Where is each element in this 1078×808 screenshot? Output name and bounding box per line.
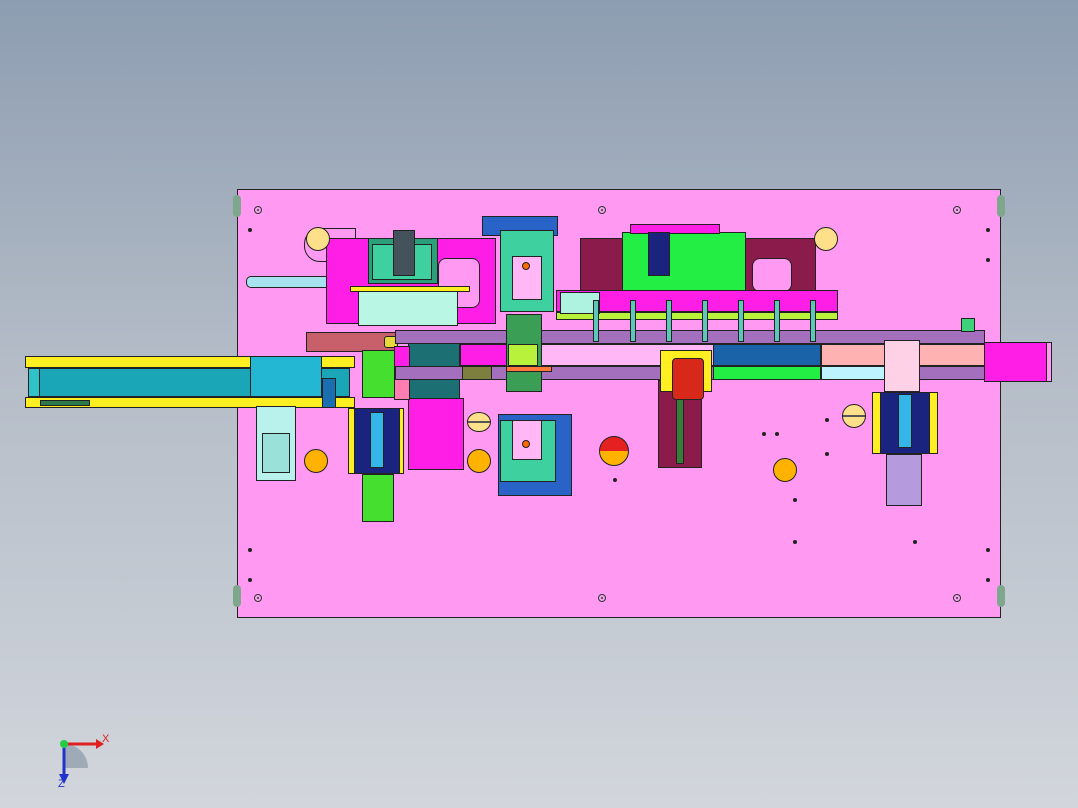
- right-upper-cylinder: [648, 232, 670, 276]
- infeed-motor-window: [262, 433, 290, 473]
- locator-pin: [306, 227, 330, 251]
- mount-hole: [953, 206, 961, 214]
- locator-pin: [773, 458, 797, 482]
- right-upper-window: [752, 258, 792, 292]
- infeed-belt-segment: [250, 356, 322, 397]
- mount-hole: [254, 594, 262, 602]
- servo-motor-body: [408, 398, 464, 470]
- right-upper-green: [622, 232, 746, 292]
- screw-hole: [793, 540, 797, 544]
- transfer-rail-olive: [462, 366, 492, 380]
- guide-post: [774, 300, 780, 342]
- guide-post: [702, 300, 708, 342]
- locator-pin-split: [599, 436, 629, 466]
- right-bottom-rod: [898, 394, 912, 448]
- pusher-cylinder: [246, 276, 336, 288]
- infeed-belt-end: [28, 368, 40, 397]
- left-cylinder-top: [393, 230, 415, 276]
- outfeed-bracket: [961, 318, 975, 332]
- guide-post: [738, 300, 744, 342]
- screw-hole: [986, 578, 990, 582]
- locator-pin: [814, 227, 838, 251]
- screw-hole: [613, 478, 617, 482]
- mount-hole: [254, 206, 262, 214]
- mount-hole: [598, 206, 606, 214]
- infeed-rail-guide: [40, 400, 90, 406]
- mount-hole: [598, 594, 606, 602]
- foot-bottom-right: [997, 585, 1005, 607]
- axis-z-label: Z: [58, 778, 65, 790]
- guide-post: [593, 300, 599, 342]
- outfeed-chute-lip: [1046, 342, 1052, 382]
- outfeed-chute: [984, 342, 1052, 382]
- center-upper-sensor: [522, 262, 530, 270]
- right-upper-magenta-top: [630, 224, 720, 234]
- center-gripper-yellow: [508, 344, 538, 366]
- left-bottom-rod: [370, 412, 384, 468]
- left-light-plate: [358, 290, 458, 326]
- screw-hole: [248, 578, 252, 582]
- right-bottom-mount: [886, 454, 922, 506]
- slotted-pin: [467, 412, 491, 432]
- guide-post: [810, 300, 816, 342]
- motor-left-green: [362, 350, 396, 398]
- screw-hole: [775, 432, 779, 436]
- screw-hole: [913, 540, 917, 544]
- screw-hole: [248, 228, 252, 232]
- screw-hole: [986, 258, 990, 262]
- foot-bottom-left: [233, 585, 241, 607]
- screw-hole: [986, 548, 990, 552]
- red-station-gripper: [672, 358, 704, 400]
- guide-post: [666, 300, 672, 342]
- screw-hole: [762, 432, 766, 436]
- foot-top-left: [233, 195, 241, 217]
- screw-hole: [986, 228, 990, 232]
- center-lower-sensor: [522, 440, 530, 448]
- transfer-rail-green: [713, 366, 821, 380]
- mount-hole: [953, 594, 961, 602]
- locator-pin: [304, 449, 328, 473]
- transfer-channel-cyan: [821, 366, 887, 380]
- foot-top-right: [997, 195, 1005, 217]
- guide-post: [630, 300, 636, 342]
- screw-hole: [825, 418, 829, 422]
- slotted-pin: [842, 404, 866, 428]
- right-bottom-bracket: [884, 340, 920, 392]
- infeed-end-block: [322, 378, 336, 408]
- transfer-channel-blue: [713, 344, 821, 366]
- screw-hole: [248, 548, 252, 552]
- screw-hole: [793, 498, 797, 502]
- left-bottom-mount: [362, 474, 394, 522]
- transfer-channel-magenta: [460, 344, 508, 366]
- axis-x-label: X: [102, 733, 110, 745]
- center-gripper-orange: [506, 366, 552, 372]
- screw-hole: [825, 452, 829, 456]
- left-side-bar: [350, 286, 470, 292]
- locator-pin: [467, 449, 491, 473]
